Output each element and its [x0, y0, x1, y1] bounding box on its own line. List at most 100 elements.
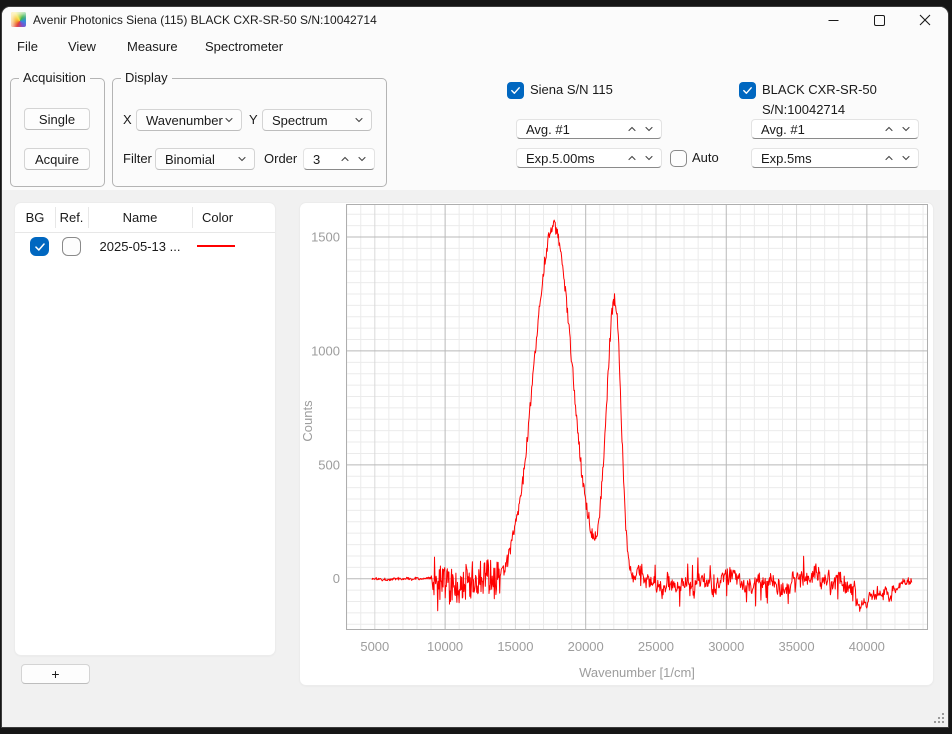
chevron-down-icon: [237, 154, 247, 164]
y-axis-title: Counts: [300, 400, 315, 442]
svg-text:20000: 20000: [568, 639, 604, 654]
x-axis-title: Wavenumber [1/cm]: [579, 665, 695, 680]
black-exposure-spinner[interactable]: Exp.5ms: [751, 148, 919, 168]
spectra-list-panel: BG Ref. Name Color 2025-05-13 ...: [15, 203, 275, 655]
chevron-down-icon[interactable]: [644, 153, 654, 163]
y-axis-tick-labels: 0 500 1000 1500: [311, 230, 340, 587]
acquire-button[interactable]: Acquire: [24, 148, 90, 170]
svg-text:500: 500: [318, 457, 340, 472]
order-label: Order: [264, 148, 297, 170]
menu-measure[interactable]: Measure: [127, 33, 178, 60]
add-spectrum-button[interactable]: +: [21, 664, 90, 684]
siena-avg-spinner[interactable]: Avg. #1: [516, 119, 662, 139]
grid-minor-lines: [346, 204, 928, 630]
filter-combobox[interactable]: Binomial: [155, 148, 255, 170]
chevron-down-icon[interactable]: [901, 153, 911, 163]
black-avg-value: Avg. #1: [761, 122, 884, 137]
close-icon: [919, 14, 931, 26]
chevron-up-icon[interactable]: [340, 154, 350, 164]
row-ref-checkbox[interactable]: [62, 237, 81, 256]
order-spinner[interactable]: 3: [303, 148, 375, 170]
svg-text:1500: 1500: [311, 230, 340, 245]
check-icon: [510, 85, 521, 96]
chevron-up-icon[interactable]: [884, 153, 894, 163]
siena-checkbox[interactable]: [507, 82, 524, 99]
grid-major-lines: [346, 204, 928, 630]
row-name: 2025-05-13 ...: [88, 232, 192, 261]
filter-label: Filter: [123, 148, 152, 170]
svg-text:40000: 40000: [849, 639, 885, 654]
auto-checkbox[interactable]: [670, 150, 687, 167]
column-separator: [88, 207, 89, 228]
menu-spectrometer[interactable]: Spectrometer: [205, 33, 283, 60]
svg-text:15000: 15000: [497, 639, 533, 654]
minimize-button[interactable]: [810, 7, 856, 33]
display-legend: Display: [121, 70, 172, 86]
plot-border: [347, 205, 928, 630]
row-bg-checkbox[interactable]: [30, 237, 49, 256]
app-icon: [11, 12, 26, 27]
menu-file[interactable]: File: [17, 33, 38, 60]
column-separator: [55, 207, 56, 228]
black-cxr-label: BLACK CXR-SR-50 S/N:10042714: [762, 80, 948, 100]
chevron-down-icon[interactable]: [644, 124, 654, 134]
order-value: 3: [313, 152, 340, 167]
svg-text:0: 0: [333, 571, 340, 586]
window-controls: [810, 7, 948, 33]
minimize-icon: [828, 15, 839, 26]
acquisition-group: Acquisition Single Acquire: [10, 78, 105, 187]
table-row[interactable]: 2025-05-13 ...: [15, 232, 275, 261]
svg-text:25000: 25000: [638, 639, 674, 654]
black-avg-spinner[interactable]: Avg. #1: [751, 119, 919, 139]
title-bar[interactable]: Avenir Photonics Siena (115) BLACK CXR-S…: [2, 7, 948, 33]
content-area: BG Ref. Name Color 2025-05-13 ... +: [2, 190, 948, 727]
column-header-ref[interactable]: Ref.: [55, 203, 88, 232]
column-header-bg[interactable]: BG: [15, 203, 55, 232]
acquisition-legend: Acquisition: [19, 70, 90, 86]
single-button[interactable]: Single: [24, 108, 90, 130]
siena-label: Siena S/N 115: [530, 80, 613, 100]
check-icon: [34, 241, 46, 253]
filter-value: Binomial: [165, 152, 237, 167]
chevron-down-icon: [354, 115, 364, 125]
svg-text:10000: 10000: [427, 639, 463, 654]
y-axis-label: Y: [249, 109, 258, 131]
svg-text:1000: 1000: [311, 343, 340, 358]
column-header-color[interactable]: Color: [192, 203, 243, 232]
x-axis-combobox[interactable]: Wavenumber: [136, 109, 242, 131]
svg-text:35000: 35000: [778, 639, 814, 654]
app-window: Avenir Photonics Siena (115) BLACK CXR-S…: [2, 7, 948, 727]
menu-view[interactable]: View: [68, 33, 96, 60]
column-separator: [192, 207, 193, 228]
black-cxr-checkbox[interactable]: [739, 82, 756, 99]
chevron-down-icon: [224, 115, 234, 125]
chart-panel: 500010000150002000025000300003500040000 …: [300, 203, 933, 685]
chevron-down-icon[interactable]: [901, 124, 911, 134]
menu-bar: File View Measure Spectrometer: [2, 33, 948, 60]
window-title: Avenir Photonics Siena (115) BLACK CXR-S…: [33, 7, 377, 33]
close-button[interactable]: [902, 7, 948, 33]
auto-label: Auto: [692, 149, 719, 167]
resize-grip[interactable]: [934, 713, 945, 724]
svg-text:5000: 5000: [360, 639, 389, 654]
black-exposure-value: Exp.5ms: [761, 151, 884, 166]
x-axis-value: Wavenumber: [146, 113, 224, 128]
spectrum-chart[interactable]: 500010000150002000025000300003500040000 …: [300, 203, 933, 685]
siena-avg-value: Avg. #1: [526, 122, 627, 137]
siena-exposure-spinner[interactable]: Exp.5.00ms: [516, 148, 662, 168]
svg-text:30000: 30000: [708, 639, 744, 654]
row-color-swatch[interactable]: [197, 245, 235, 247]
display-group: Display X Wavenumber Y Spectrum Filter B…: [112, 78, 387, 187]
chevron-down-icon[interactable]: [357, 154, 367, 164]
check-icon: [742, 85, 753, 96]
chevron-up-icon[interactable]: [627, 153, 637, 163]
chevron-up-icon[interactable]: [884, 124, 894, 134]
maximize-icon: [874, 15, 885, 26]
y-axis-combobox[interactable]: Spectrum: [262, 109, 372, 131]
maximize-button[interactable]: [856, 7, 902, 33]
x-axis-tick-labels: 5000 10000 15000 20000 25000 30000 35000 40000: [360, 639, 885, 654]
chevron-up-icon[interactable]: [627, 124, 637, 134]
column-header-name[interactable]: Name: [88, 203, 192, 232]
y-axis-value: Spectrum: [272, 113, 354, 128]
x-axis-label: X: [123, 109, 132, 131]
